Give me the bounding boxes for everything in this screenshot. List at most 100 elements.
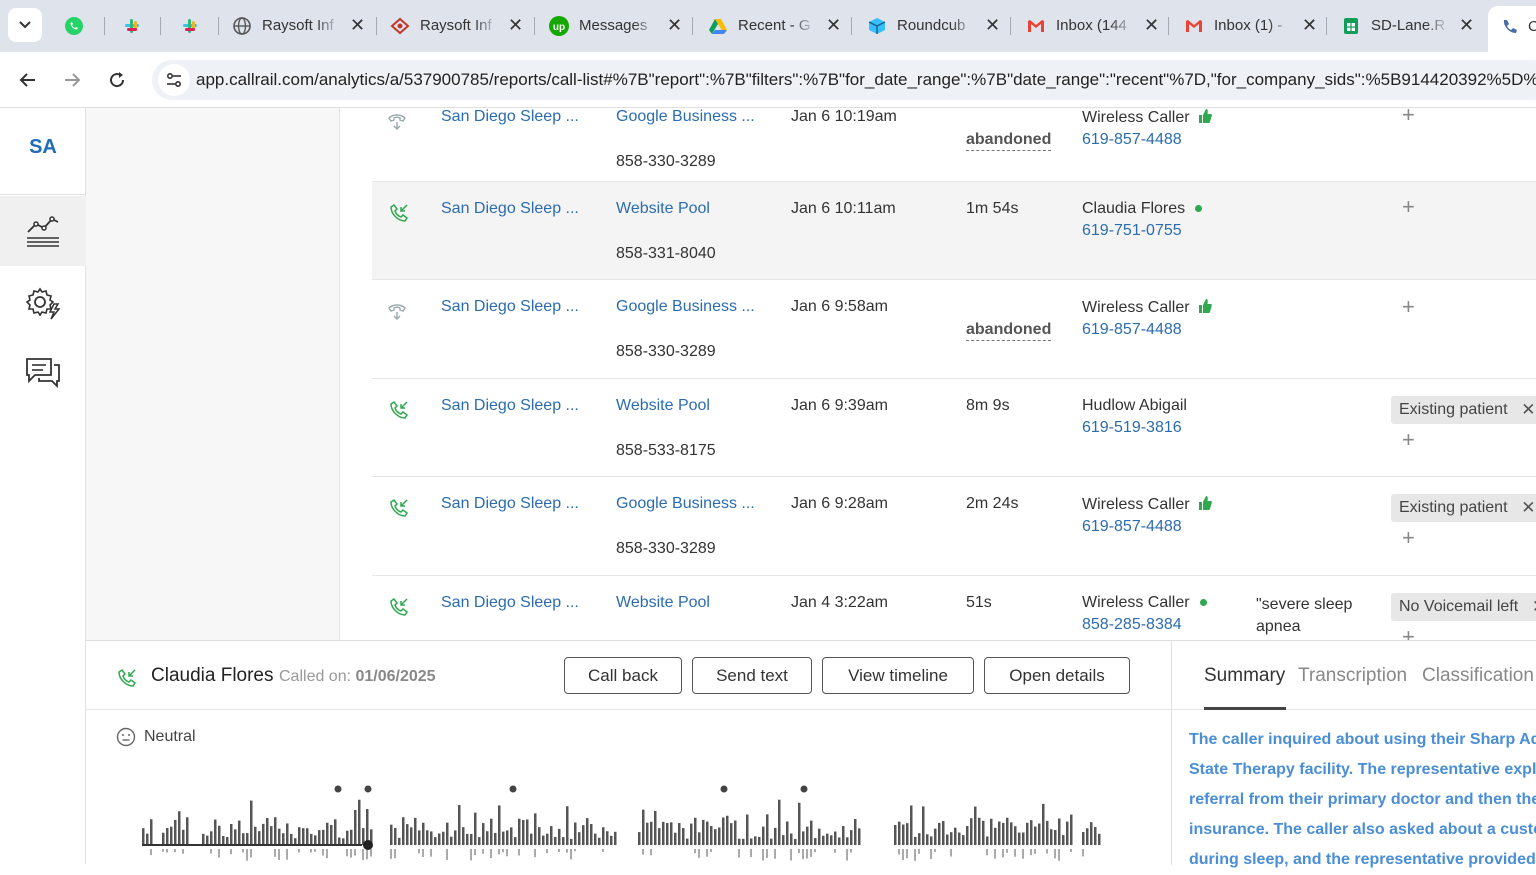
source-link[interactable]: Website Pool — [616, 594, 710, 612]
table-row[interactable]: San Diego Sleep ... Google Business ... … — [372, 477, 1536, 576]
call-back-button[interactable]: Call back — [564, 657, 682, 694]
waveform-bar — [610, 835, 613, 845]
tab-google-drive[interactable]: Recent - G ✕ — [708, 9, 841, 42]
company-link[interactable]: San Diego Sleep ... — [441, 594, 579, 612]
close-icon[interactable]: ✕ — [350, 15, 365, 36]
company-link[interactable]: San Diego Sleep ... — [441, 298, 579, 316]
call-datetime: Jan 6 9:28am — [791, 495, 888, 512]
source-link[interactable]: Website Pool — [616, 200, 710, 218]
waveform-bar — [270, 826, 273, 845]
caller-phone[interactable]: 619-857-4488 — [1082, 321, 1182, 339]
tab-search-button[interactable] — [8, 8, 42, 42]
address-bar[interactable]: app.callrail.com/analytics/a/537900785/r… — [152, 60, 1536, 100]
tab-classification[interactable]: Classification — [1422, 665, 1534, 687]
reload-button[interactable] — [99, 62, 135, 98]
remove-tag-icon[interactable]: ✕ — [1521, 494, 1535, 522]
table-row[interactable]: San Diego Sleep ... Google Business ... … — [372, 280, 1536, 379]
call-summary-text: The caller inquired about using their Sh… — [1189, 725, 1536, 875]
source-link[interactable]: Google Business ... — [616, 495, 755, 513]
tab-messages[interactable]: up Messages ✕ — [549, 9, 682, 42]
close-icon[interactable]: ✕ — [508, 15, 523, 36]
waveform-bar-secondary — [230, 849, 232, 855]
company-link[interactable]: San Diego Sleep ... — [441, 108, 579, 126]
tab-title: Inbox (144 — [1056, 17, 1127, 34]
table-row-selected[interactable]: San Diego Sleep ... Website Pool 858-331… — [372, 182, 1536, 280]
tab-raysoft-1[interactable]: Raysoft Inf ✕ — [232, 9, 365, 42]
waveform-bar — [822, 835, 825, 845]
company-link[interactable]: San Diego Sleep ... — [441, 495, 579, 513]
caller-phone[interactable]: 858-285-8384 — [1082, 616, 1182, 634]
tab-gmail-2[interactable]: Inbox (1) - ✕ — [1184, 9, 1317, 42]
close-icon[interactable]: ✕ — [985, 15, 1000, 36]
waveform-bar — [990, 818, 993, 845]
waveform-bar-secondary — [166, 849, 168, 853]
table-row[interactable]: San Diego Sleep ... Website Pool 858-533… — [372, 379, 1536, 477]
close-icon[interactable]: ✕ — [667, 15, 682, 36]
caller-phone[interactable]: 619-519-3816 — [1082, 419, 1182, 437]
source-link[interactable]: Website Pool — [616, 397, 710, 415]
waveform-bar — [1046, 820, 1049, 845]
tab-gmail-1[interactable]: Inbox (144 ✕ — [1026, 9, 1159, 42]
tab-raysoft-2[interactable]: Raysoft Inf ✕ — [390, 9, 523, 42]
back-button[interactable] — [10, 62, 46, 98]
waveform-bar — [298, 827, 301, 845]
waveform-bar — [806, 826, 809, 845]
nav-settings[interactable] — [0, 268, 86, 338]
waveform-bar — [562, 837, 565, 845]
svg-text:up: up — [553, 22, 565, 33]
arrow-right-icon — [65, 73, 81, 87]
table-row[interactable]: San Diego Sleep ... Website Pool Jan 4 3… — [372, 576, 1536, 640]
close-icon[interactable]: ✕ — [1144, 15, 1159, 36]
account-avatar[interactable]: SA — [0, 136, 86, 159]
caller-phone[interactable]: 619-857-4488 — [1082, 518, 1182, 536]
caller-phone[interactable]: 619-751-0755 — [1082, 222, 1182, 240]
source-link[interactable]: Google Business ... — [616, 108, 755, 126]
waveform-bar — [218, 825, 221, 845]
waveform-bar — [894, 824, 897, 845]
waveform-bar — [662, 821, 665, 845]
waveform-bar-secondary — [242, 849, 244, 853]
company-link[interactable]: San Diego Sleep ... — [441, 397, 579, 415]
close-icon[interactable]: ✕ — [1459, 15, 1474, 36]
table-row[interactable]: San Diego Sleep ... Google Business ... … — [372, 108, 1536, 182]
tab-slack-2[interactable] — [180, 9, 210, 42]
waveform-marker — [364, 785, 372, 793]
tab-callrail-active[interactable]: C — [1488, 6, 1536, 52]
close-icon[interactable]: ✕ — [826, 15, 841, 36]
waveform-bar — [726, 815, 729, 845]
waveform-bar — [714, 829, 717, 845]
call-inbound-icon — [388, 399, 410, 426]
tab-roundcube[interactable]: Roundcub ✕ — [867, 9, 1000, 42]
audio-waveform[interactable] — [142, 779, 1122, 865]
waveform-bar — [354, 810, 357, 845]
remove-tag-icon[interactable]: ✕ — [1521, 396, 1535, 424]
waveform-bar — [258, 831, 261, 845]
add-tag-button[interactable]: + — [1402, 294, 1415, 320]
add-tag-button[interactable]: + — [1402, 194, 1415, 220]
add-tag-button[interactable]: + — [1402, 427, 1415, 453]
close-icon[interactable]: ✕ — [1302, 15, 1317, 36]
tab-transcription[interactable]: Transcription — [1298, 665, 1407, 687]
open-details-button[interactable]: Open details — [984, 657, 1130, 694]
waveform-bar — [758, 836, 761, 845]
add-tag-button[interactable]: + — [1402, 624, 1415, 640]
view-timeline-button[interactable]: View timeline — [822, 657, 974, 694]
waveform-bar-secondary — [810, 849, 812, 857]
forward-button[interactable] — [54, 62, 90, 98]
company-link[interactable]: San Diego Sleep ... — [441, 200, 579, 218]
waveform-bar — [338, 837, 341, 845]
tab-slack-1[interactable] — [122, 9, 152, 42]
nav-conversations[interactable] — [0, 338, 86, 408]
send-text-button[interactable]: Send text — [692, 657, 812, 694]
add-tag-button[interactable]: + — [1402, 108, 1415, 128]
site-settings-icon[interactable] — [158, 64, 190, 96]
tab-whatsapp[interactable] — [64, 9, 94, 42]
caller-phone[interactable]: 619-857-4488 — [1082, 131, 1182, 149]
tab-google-sheets[interactable]: SD-Lane.R ✕ — [1341, 9, 1474, 42]
source-link[interactable]: Google Business ... — [616, 298, 755, 316]
add-tag-button[interactable]: + — [1402, 525, 1415, 551]
remove-tag-icon[interactable]: ✕ — [1532, 593, 1536, 621]
waveform-bar — [834, 831, 837, 845]
tab-summary[interactable]: Summary — [1204, 665, 1285, 687]
nav-analytics[interactable] — [0, 196, 86, 266]
